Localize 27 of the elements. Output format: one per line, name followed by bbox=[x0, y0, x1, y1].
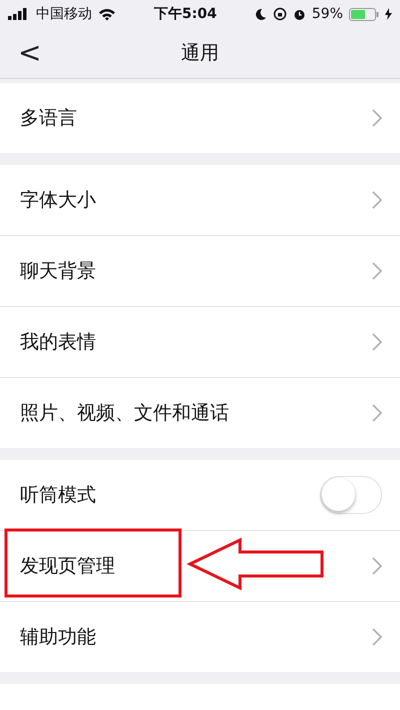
chevron-right-icon bbox=[372, 109, 382, 127]
chevron-right-icon bbox=[372, 191, 382, 209]
chevron-right-icon bbox=[372, 333, 382, 351]
alarm-icon bbox=[292, 8, 306, 20]
row-label: 发现页管理 bbox=[20, 554, 116, 579]
moon-icon bbox=[254, 8, 267, 20]
chevron-right-icon bbox=[372, 628, 382, 646]
row-label: 字体大小 bbox=[20, 188, 97, 213]
battery-percentage: 59% bbox=[312, 6, 344, 22]
charging-icon bbox=[385, 8, 392, 20]
back-button[interactable]: < bbox=[14, 36, 46, 69]
clock-time: 下午5:04 bbox=[154, 5, 217, 23]
chevron-right-icon bbox=[372, 557, 382, 575]
wifi-icon bbox=[98, 8, 116, 20]
row-label: 辅助功能 bbox=[20, 625, 97, 650]
row-label: 我的表情 bbox=[20, 330, 97, 355]
row-label: 照片、视频、文件和通话 bbox=[20, 401, 230, 426]
page-title: 通用 bbox=[181, 41, 219, 66]
lock-rotation-icon bbox=[272, 7, 287, 21]
battery-icon bbox=[349, 8, 380, 20]
row-label: 聊天背景 bbox=[20, 259, 97, 284]
chevron-right-icon bbox=[372, 404, 382, 422]
toggle-switch[interactable] bbox=[320, 476, 382, 514]
carrier-name: 中国移动 bbox=[36, 5, 92, 23]
row-label: 多语言 bbox=[20, 106, 78, 131]
chevron-right-icon bbox=[372, 262, 382, 280]
row-label: 听筒模式 bbox=[20, 483, 97, 508]
